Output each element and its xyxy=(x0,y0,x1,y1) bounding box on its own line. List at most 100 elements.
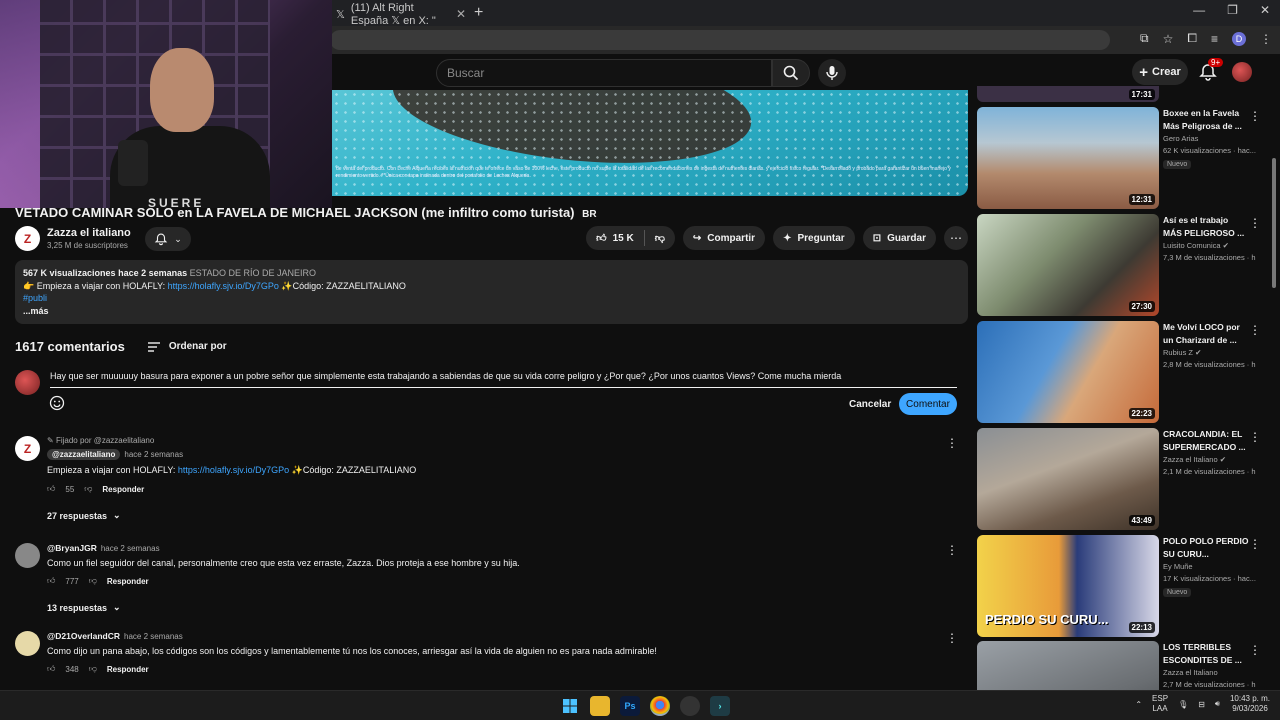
tab-close-icon[interactable]: ✕ xyxy=(456,7,466,21)
chrome-menu-icon[interactable]: ⋮ xyxy=(1260,32,1272,46)
save-label: Guardar xyxy=(887,232,926,244)
comment-avatar[interactable] xyxy=(15,631,40,656)
obs-icon[interactable] xyxy=(680,696,700,716)
chevron-up-icon[interactable]: ⌃ xyxy=(1135,700,1142,709)
share-icon: ↪ xyxy=(692,232,702,244)
related-menu-icon[interactable]: ⋮ xyxy=(1249,323,1261,337)
emoji-icon[interactable] xyxy=(49,395,65,411)
related-video[interactable]: LOS TERRIBLES ESCONDITES DE ... Zazza el… xyxy=(977,641,1267,690)
comment-input[interactable]: Hay que ser muuuuuy basura para exponer … xyxy=(50,371,957,388)
channel-avatar[interactable]: Z xyxy=(15,226,40,251)
replies-toggle[interactable]: 13 respuestas ⌄ xyxy=(47,602,927,613)
description-link[interactable]: https://holafly.sjv.io/Dy7GPo xyxy=(168,281,279,291)
profile-avatar[interactable]: D xyxy=(1232,31,1246,46)
mic-tray-icon[interactable]: 🎙︎ xyxy=(1178,700,1188,709)
file-explorer-icon[interactable] xyxy=(590,696,610,716)
like-button[interactable]: 👍︎ 15 K xyxy=(586,226,644,250)
new-tab-button[interactable]: + xyxy=(474,4,483,22)
comment-time[interactable]: hace 2 semanas xyxy=(124,632,183,641)
related-menu-icon[interactable]: ⋮ xyxy=(1249,216,1261,230)
chrome-icon[interactable] xyxy=(650,696,670,716)
ask-button[interactable]: ✦ Preguntar xyxy=(773,226,855,250)
network-icon[interactable]: ⊟ xyxy=(1198,700,1205,709)
comment-actions: 👍︎ 55 👎︎ Responder xyxy=(47,484,927,494)
comment-author[interactable]: @BryanJGR xyxy=(47,543,97,553)
related-video[interactable]: PERDIO SU CURU... 22:13 POLO POLO PERDIO… xyxy=(977,535,1267,637)
cast-icon[interactable]: ⧉ xyxy=(1140,31,1149,46)
show-more-link[interactable]: ...más xyxy=(23,306,49,316)
related-video[interactable]: 43:49 CRACOLANDIA: EL SUPERMERCADO ... Z… xyxy=(977,428,1267,530)
comment-link[interactable]: https://holafly.sjv.io/Dy7GPo xyxy=(178,465,289,475)
reply-button[interactable]: Responder xyxy=(107,577,149,586)
windows-start-icon[interactable] xyxy=(560,696,580,716)
extensions-icon[interactable]: ⧠ xyxy=(1187,31,1197,46)
location-tag[interactable]: ESTADO DE RÍO DE JANEIRO xyxy=(190,268,316,278)
close-window-icon[interactable]: ✕ xyxy=(1260,3,1270,17)
browser-tab[interactable]: 𝕏 (11) Alt Right España 𝕏 en X: " ✕ xyxy=(330,2,470,27)
minimize-icon[interactable]: — xyxy=(1193,3,1205,17)
related-menu-icon[interactable]: ⋮ xyxy=(1249,109,1261,123)
hashtag-link[interactable]: #publi xyxy=(23,293,47,303)
comment-menu-icon[interactable]: ⋮ xyxy=(946,543,958,557)
related-info: Así es el trabajo MÁS PELIGROSO ... Luis… xyxy=(1163,214,1256,262)
related-menu-icon[interactable]: ⋮ xyxy=(1249,643,1261,657)
comment-actions: 👍︎ 777 👎︎ Responder xyxy=(47,576,927,586)
dislike-button[interactable]: 👎︎ xyxy=(645,226,675,250)
user-avatar[interactable] xyxy=(1232,62,1252,82)
subscribed-notifications-button[interactable]: ⌄ xyxy=(145,227,191,251)
media-icon[interactable]: ≡ xyxy=(1211,32,1218,46)
reply-button[interactable]: Responder xyxy=(102,485,144,494)
comment-like-icon[interactable]: 👍︎ xyxy=(47,484,55,494)
replies-count: 13 respuestas xyxy=(47,602,108,613)
comment-dislike-icon[interactable]: 👎︎ xyxy=(89,576,97,586)
maximize-icon[interactable]: ❐ xyxy=(1227,3,1238,17)
submit-comment-button[interactable]: Comentar xyxy=(899,393,957,415)
related-menu-icon[interactable]: ⋮ xyxy=(1249,537,1261,551)
related-video-partial[interactable]: 17:31 xyxy=(977,86,1267,102)
comment-time[interactable]: hace 2 semanas xyxy=(101,544,160,553)
video-player[interactable]: de venta del producto. Con Leche Alquerí… xyxy=(332,90,968,196)
cancel-comment-button[interactable]: Cancelar xyxy=(842,393,898,415)
comment-like-icon[interactable]: 👍︎ xyxy=(47,664,55,674)
share-button[interactable]: ↪ Compartir xyxy=(682,226,766,250)
terminal-app-icon[interactable]: › xyxy=(710,696,730,716)
related-video[interactable]: 27:30 Así es el trabajo MÁS PELIGROSO ..… xyxy=(977,214,1267,316)
clock[interactable]: 10:43 p. m. 9/03/2026 xyxy=(1230,694,1270,714)
related-video[interactable]: 22:23 Me Volví LOCO por un Charizard de … xyxy=(977,321,1267,423)
search-button[interactable] xyxy=(772,59,810,87)
comment-dislike-icon[interactable]: 👎︎ xyxy=(89,664,97,674)
comment-avatar[interactable] xyxy=(15,543,40,568)
volume-icon[interactable]: 🔊︎ xyxy=(1215,699,1220,709)
comment-author[interactable]: @D21OverlandCR xyxy=(47,631,120,641)
streamer-head xyxy=(150,48,214,132)
video-description[interactable]: 567 K visualizaciones hace 2 semanas EST… xyxy=(15,260,968,324)
page-scrollbar[interactable] xyxy=(1270,90,1278,690)
comment-dislike-icon[interactable]: 👎︎ xyxy=(84,484,92,494)
language-indicator[interactable]: ESP LAA xyxy=(1152,694,1168,714)
channel-name[interactable]: Zazza el italiano xyxy=(47,227,131,239)
photoshop-icon[interactable]: Ps xyxy=(620,696,640,716)
reply-button[interactable]: Responder xyxy=(107,665,149,674)
comment-menu-icon[interactable]: ⋮ xyxy=(946,631,958,645)
omnibox[interactable] xyxy=(330,30,1110,50)
comment-avatar[interactable]: Z xyxy=(15,436,40,461)
search-input[interactable]: Buscar xyxy=(436,59,772,87)
chevron-down-icon: ⌄ xyxy=(113,510,121,520)
more-actions-button[interactable]: ⋯ xyxy=(944,226,968,250)
comment-time[interactable]: hace 2 semanas xyxy=(124,450,183,459)
comment-like-icon[interactable]: 👍︎ xyxy=(47,576,55,586)
description-meta-line: 567 K visualizaciones hace 2 semanas EST… xyxy=(23,267,960,280)
sort-button[interactable]: Ordenar por xyxy=(147,341,227,353)
save-button[interactable]: ⊡ Guardar xyxy=(862,226,936,250)
bookmark-star-icon[interactable]: ☆ xyxy=(1163,32,1174,46)
scrollbar-thumb[interactable] xyxy=(1272,158,1276,288)
replies-toggle[interactable]: 27 respuestas ⌄ xyxy=(47,510,927,521)
related-menu-icon[interactable]: ⋮ xyxy=(1249,430,1261,444)
comment-author[interactable]: @zazzaelitaliano xyxy=(47,449,121,460)
voice-search-button[interactable] xyxy=(818,59,846,87)
related-info: Me Volví LOCO por un Charizard de ... Ru… xyxy=(1163,321,1256,369)
related-video[interactable]: 12:31 Boxee en la Favela Más Peligrosa d… xyxy=(977,107,1267,209)
upload-date: hace 2 semanas xyxy=(118,268,188,278)
comment-menu-icon[interactable]: ⋮ xyxy=(946,436,958,450)
create-button[interactable]: + Crear xyxy=(1132,59,1188,85)
